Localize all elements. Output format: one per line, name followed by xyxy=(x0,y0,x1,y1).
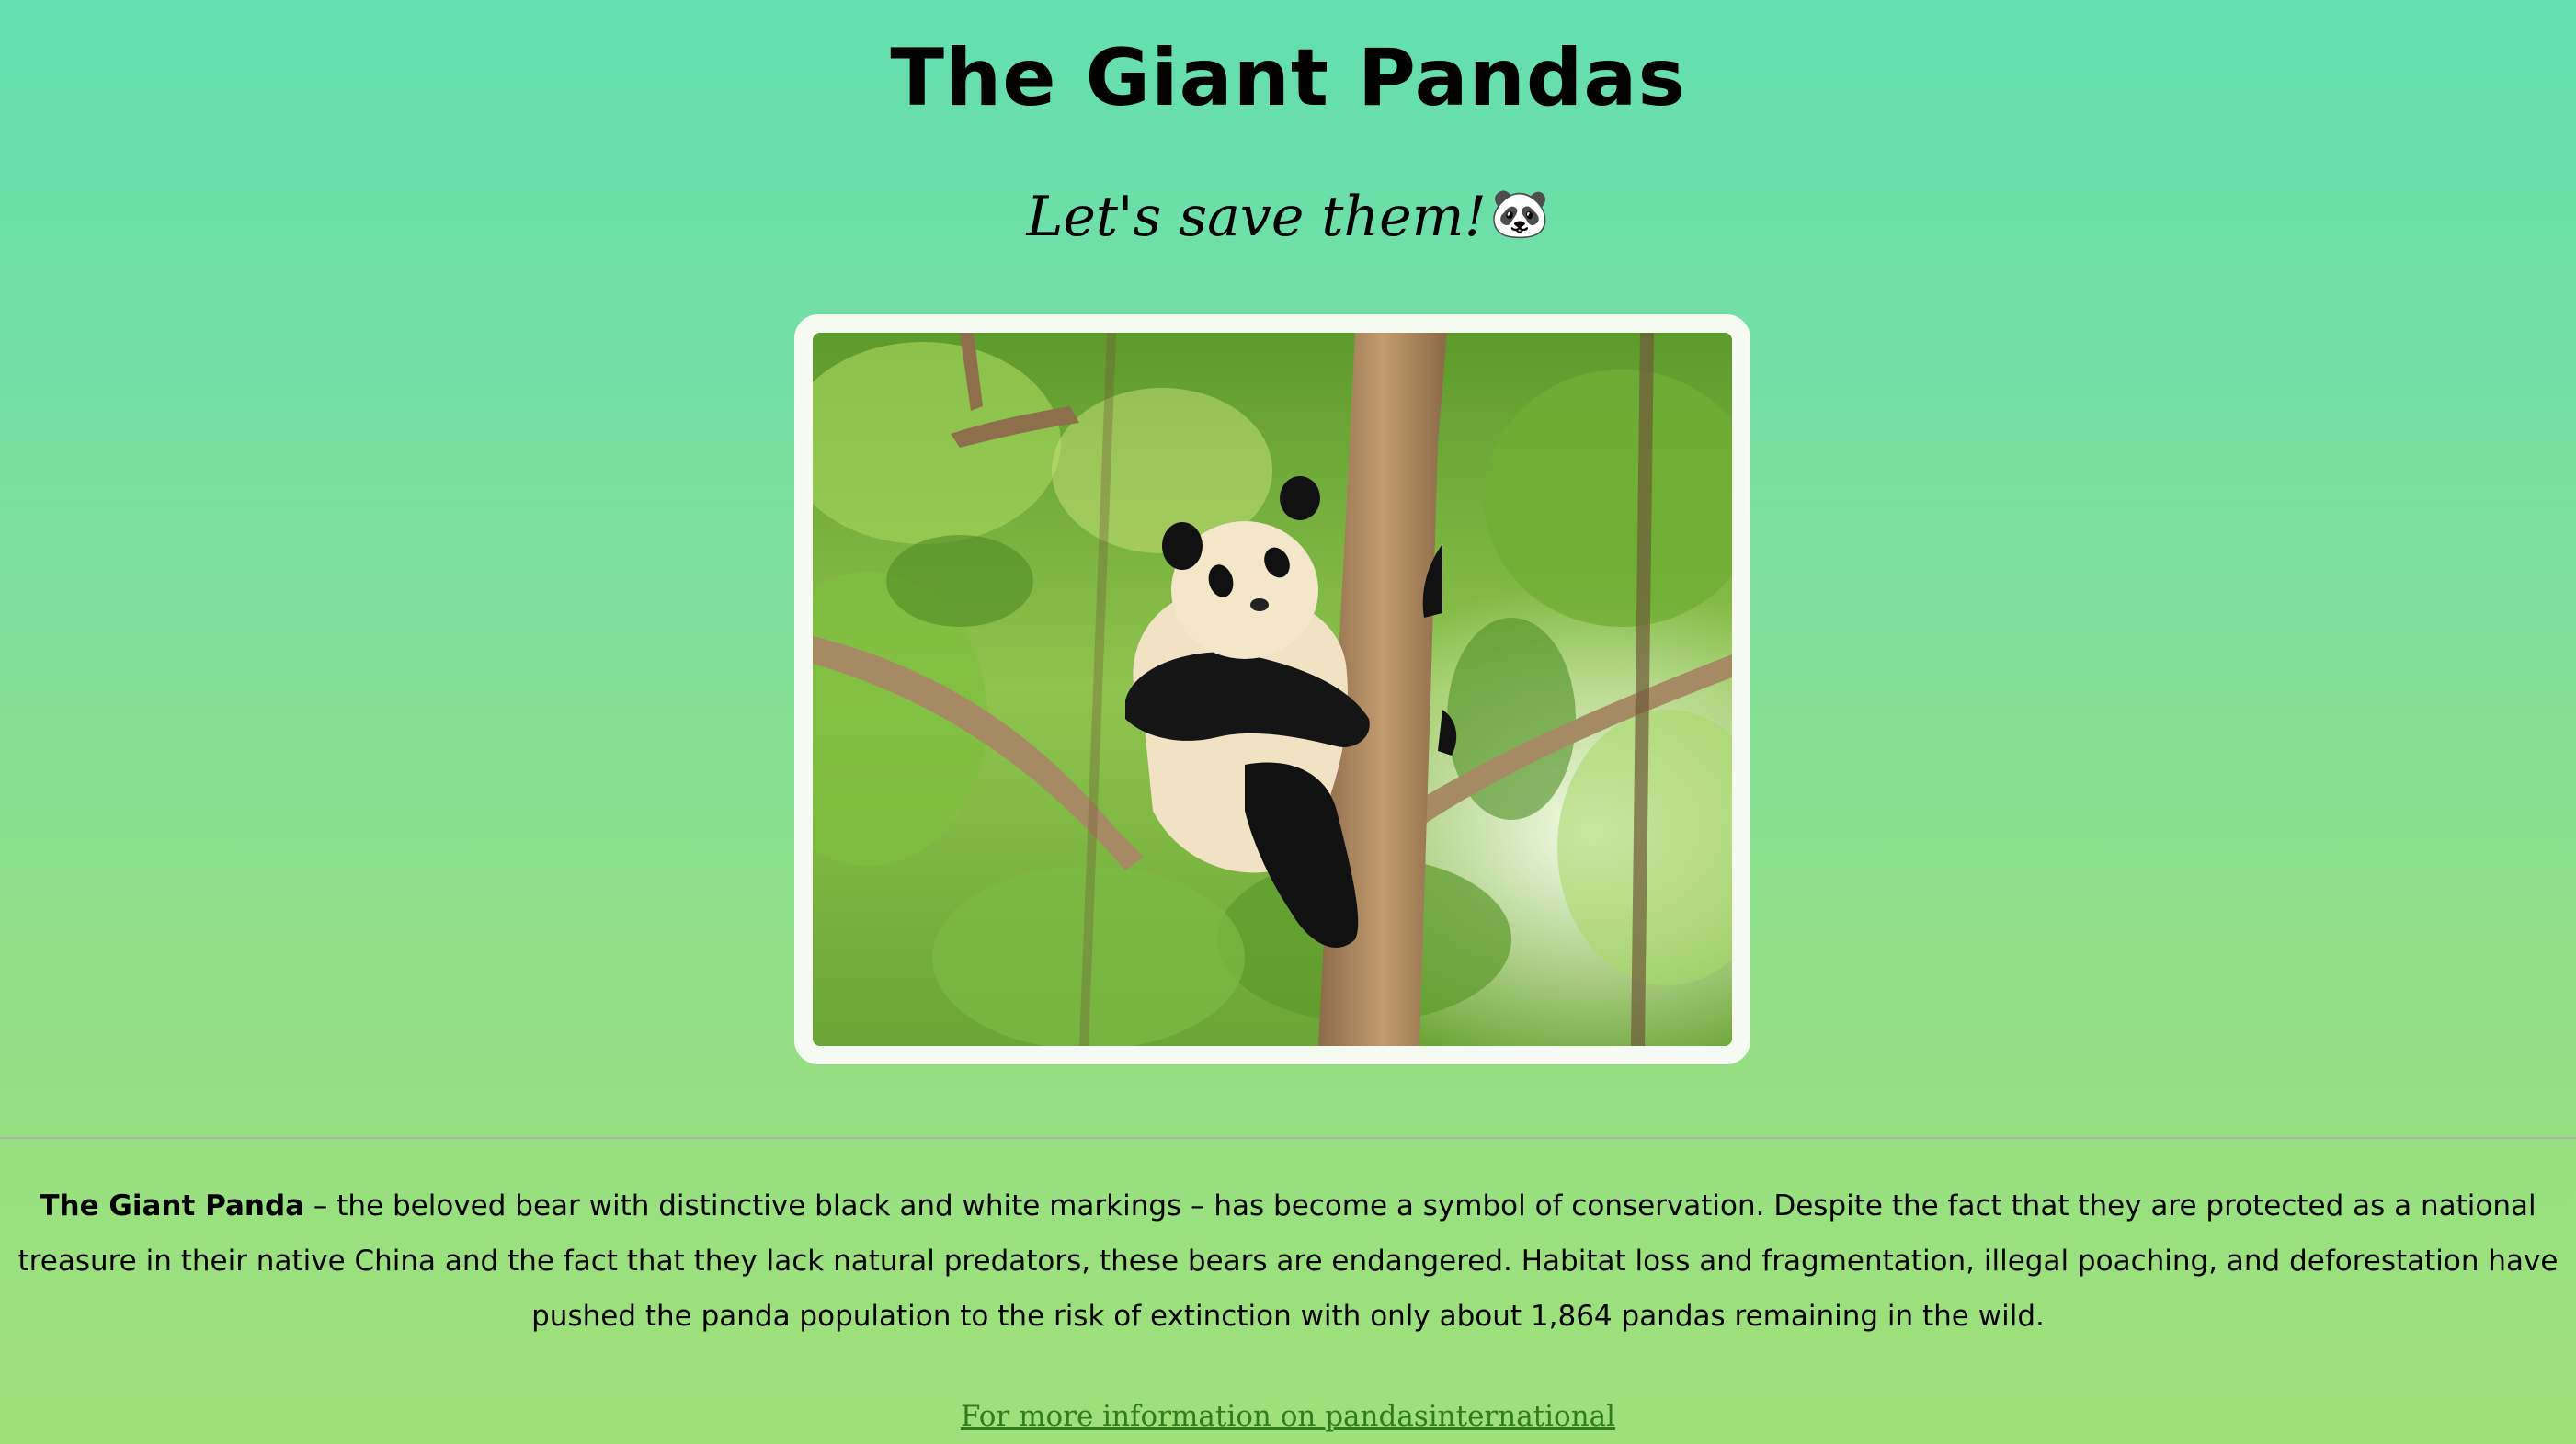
page-title: The Giant Pandas xyxy=(890,32,1686,124)
subtitle-text: Let's save them! xyxy=(1026,185,1487,249)
panda-photo xyxy=(813,333,1732,1046)
panda-description: The Giant Panda – the beloved bear with … xyxy=(13,1178,2563,1344)
description-body: – the beloved bear with distinctive blac… xyxy=(17,1189,2559,1333)
page-subtitle: Let's save them!🐼 xyxy=(0,173,2576,258)
section-divider xyxy=(0,1137,2576,1139)
panda-emoji-icon: 🐼 xyxy=(1489,187,1550,242)
more-info-link-container: For more information on pandasinternatio… xyxy=(0,1393,2576,1439)
more-info-link[interactable]: For more information on pandasinternatio… xyxy=(961,1400,1615,1433)
description-lead: The Giant Panda xyxy=(40,1189,305,1222)
panda-photo-frame xyxy=(794,314,1750,1064)
